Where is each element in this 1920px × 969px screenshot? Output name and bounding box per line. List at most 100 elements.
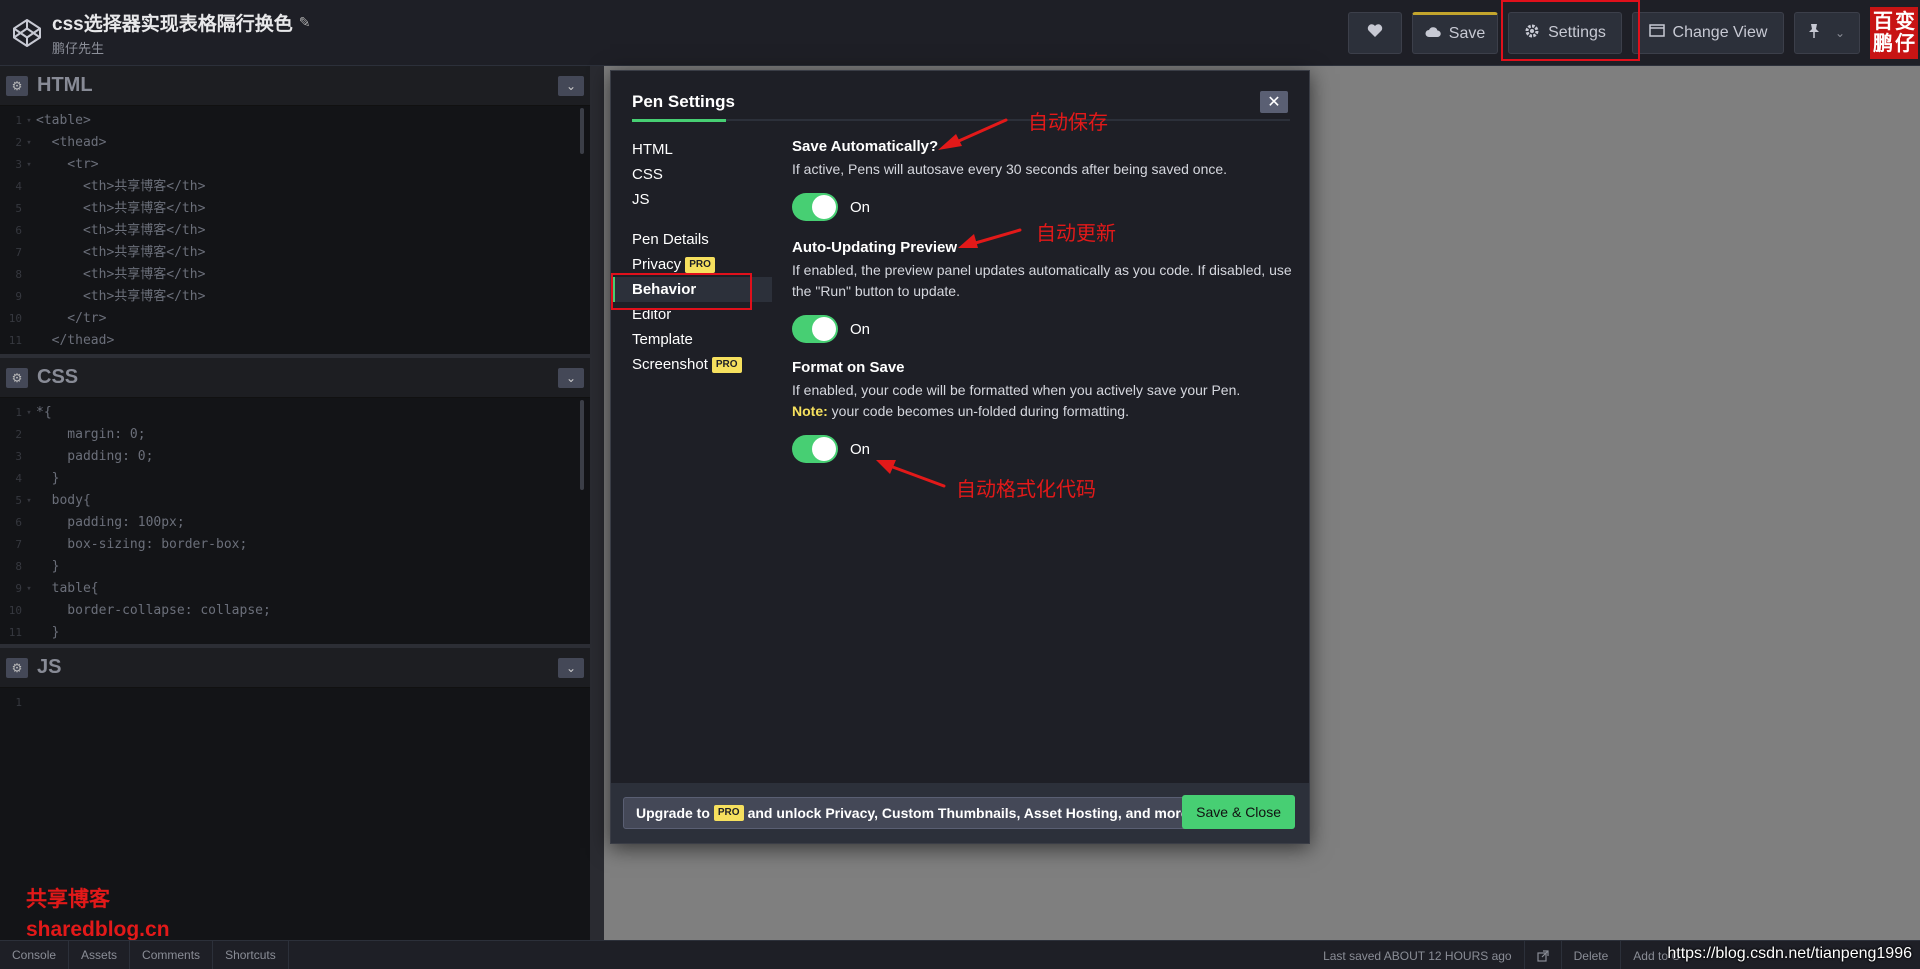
line-number: 8	[15, 560, 22, 573]
fold-arrow-icon	[22, 600, 36, 622]
code-line: 7 box-sizing: border-box;	[0, 534, 590, 556]
love-button[interactable]	[1348, 12, 1402, 54]
fold-arrow-icon	[22, 308, 36, 330]
watermark: 共享博客 sharedblog.cn	[26, 885, 170, 945]
change-view-button[interactable]: Change View	[1632, 12, 1784, 54]
js-settings-gear-icon[interactable]: ⚙	[6, 657, 28, 678]
settings-button[interactable]: Settings	[1508, 12, 1622, 54]
nav-item-js[interactable]: JS	[611, 187, 772, 212]
code-text: body{	[36, 493, 91, 508]
fold-arrow-icon[interactable]: ▾	[22, 490, 36, 512]
console-button[interactable]: Console	[0, 940, 70, 969]
save-button[interactable]: Save	[1412, 12, 1498, 54]
fold-arrow-icon	[22, 556, 36, 578]
fold-arrow-icon	[22, 176, 36, 198]
code-text: <table>	[36, 113, 91, 128]
line-number: 3	[15, 158, 22, 171]
css-settings-gear-icon[interactable]: ⚙	[6, 367, 28, 388]
fold-arrow-icon	[22, 622, 36, 644]
code-text: table{	[36, 581, 99, 596]
format-on-save-toggle[interactable]	[792, 435, 838, 463]
line-number: 8	[15, 268, 22, 281]
code-line: 2 margin: 0;	[0, 424, 590, 446]
heart-icon	[1367, 23, 1383, 43]
css-scrollbar[interactable]	[580, 400, 584, 490]
fold-arrow-icon	[22, 264, 36, 286]
code-line: 5 ▾ body{	[0, 490, 590, 512]
pro-badge: PRO	[713, 805, 744, 821]
nav-item-css[interactable]: CSS	[611, 162, 772, 187]
nav-item-label: Screenshot	[632, 356, 708, 373]
fold-arrow-icon[interactable]: ▾	[22, 154, 36, 176]
code-line: 1 ▾ *{	[0, 402, 590, 424]
modal-title-accent	[632, 119, 726, 122]
line-number: 1	[15, 696, 22, 709]
top-header: css选择器实现表格隔行换色 ✎ 鹏仔先生 Save Settings Chan…	[0, 0, 1920, 66]
code-line: 10 </tr>	[0, 308, 590, 330]
fold-arrow-icon[interactable]: ▾	[22, 402, 36, 424]
auto-preview-toggle[interactable]	[792, 315, 838, 343]
line-number: 5	[15, 494, 22, 507]
nav-item-html[interactable]: HTML	[611, 137, 772, 162]
nav-item-behavior[interactable]: Behavior	[611, 277, 772, 302]
delete-button[interactable]: Delete	[1560, 941, 1621, 969]
html-settings-gear-icon[interactable]: ⚙	[6, 75, 28, 96]
html-code-area[interactable]: 1 ▾ <table> 2 ▾ <thead> 3 ▾ <tr> 4 <th>共享博客</th…	[0, 106, 590, 354]
css-code-area[interactable]: 1 ▾ *{2 margin: 0; 3 padding: 0; 4 } 5 ▾ body{…	[0, 398, 590, 644]
save-and-close-button[interactable]: Save & Close	[1182, 795, 1295, 829]
editors-column: ⚙ HTML ⌄ 1 ▾ <table> 2 ▾ <thead> 3 ▾ <tr> 4 <th…	[0, 66, 590, 940]
toggle-label: On	[850, 198, 871, 216]
code-text: padding: 100px;	[36, 515, 185, 530]
pin-icon	[1807, 23, 1821, 44]
code-text: <th>共享博客</th>	[36, 179, 206, 194]
code-line: 4 }	[0, 468, 590, 490]
fold-arrow-icon[interactable]: ▾	[22, 578, 36, 600]
setting-save-automatically: Save Automatically? If active, Pens will…	[792, 137, 1292, 222]
shortcuts-button[interactable]: Shortcuts	[213, 940, 289, 969]
fold-arrow-icon[interactable]: ▾	[22, 110, 36, 132]
fold-arrow-icon	[22, 286, 36, 308]
html-collapse-chevron-icon[interactable]: ⌄	[558, 76, 584, 96]
js-collapse-chevron-icon[interactable]: ⌄	[558, 658, 584, 678]
css-editor-title: CSS	[37, 366, 79, 388]
code-text: *{	[36, 405, 52, 420]
pin-button[interactable]: ⌄	[1794, 12, 1860, 54]
pencil-icon[interactable]: ✎	[299, 14, 311, 31]
comments-button[interactable]: Comments	[130, 940, 214, 969]
fold-arrow-icon	[22, 446, 36, 468]
code-line: 3 ▾ <tr>	[0, 154, 590, 176]
pen-title[interactable]: css选择器实现表格隔行换色 ✎	[52, 9, 310, 36]
external-link-icon[interactable]	[1523, 941, 1561, 969]
nav-item-label: Pen Details	[632, 231, 709, 248]
nav-item-privacy[interactable]: Privacy PRO	[611, 252, 772, 277]
fold-arrow-icon[interactable]: ▾	[22, 132, 36, 154]
nav-item-screenshot[interactable]: Screenshot PRO	[611, 352, 772, 377]
code-line: 11 </thead>	[0, 330, 590, 352]
preview-resize-handle[interactable]	[590, 66, 604, 940]
nav-item-template[interactable]: Template	[611, 327, 772, 352]
codepen-app: css选择器实现表格隔行换色 ✎ 鹏仔先生 Save Settings Chan…	[0, 0, 1920, 969]
autosave-toggle[interactable]	[792, 193, 838, 221]
line-number: 9	[15, 290, 22, 303]
setting-description: If enabled, your code will be formatted …	[792, 380, 1292, 422]
codepen-logo-icon[interactable]	[4, 10, 50, 56]
code-text: }	[36, 471, 60, 486]
code-line: 4 <th>共享博客</th>	[0, 176, 590, 198]
css-collapse-chevron-icon[interactable]: ⌄	[558, 368, 584, 388]
fold-arrow-icon	[22, 424, 36, 446]
nav-item-label: JS	[632, 191, 650, 208]
pen-author[interactable]: 鹏仔先生	[52, 38, 310, 57]
html-scrollbar[interactable]	[580, 108, 584, 154]
watermark-line: 共享博客	[26, 888, 110, 911]
close-icon[interactable]: ✕	[1260, 91, 1288, 113]
avatar-char: 百	[1873, 11, 1893, 33]
toggle-label: On	[850, 320, 871, 338]
nav-item-editor[interactable]: Editor	[611, 302, 772, 327]
upgrade-button[interactable]: Upgrade to PRO and unlock Privacy, Custo…	[623, 797, 1206, 829]
code-text: <thead>	[36, 135, 107, 150]
avatar[interactable]: 百 变 鹏 仔	[1870, 7, 1918, 59]
chevron-down-icon[interactable]: ⌄	[1835, 26, 1845, 40]
nav-item-pen-details[interactable]: Pen Details	[611, 227, 772, 252]
line-number: 2	[15, 428, 22, 441]
assets-button[interactable]: Assets	[69, 940, 131, 969]
